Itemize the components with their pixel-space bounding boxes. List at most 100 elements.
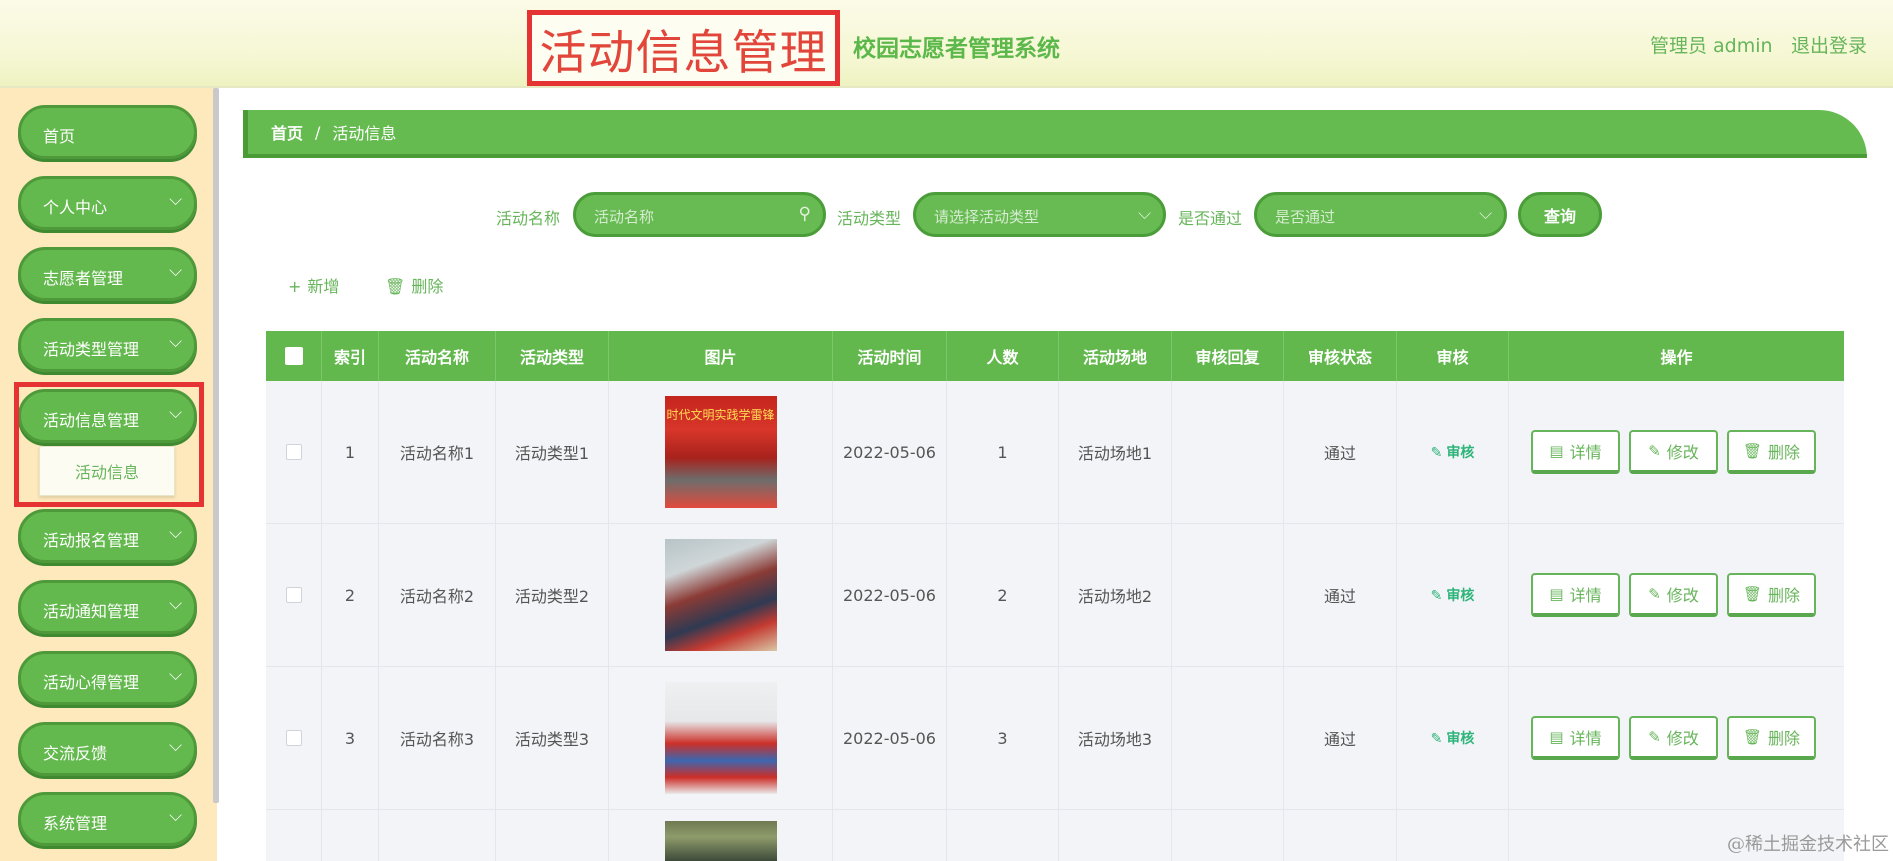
cell-activity-time: 2022-05-06 <box>833 524 947 666</box>
admin-label: 管理员 admin <box>1650 35 1773 57</box>
chevron-down-icon: ⌵ <box>169 736 182 756</box>
activity-type-placeholder: 请选择活动类型 <box>934 208 1040 226</box>
trash-icon: 🗑 <box>1742 728 1763 746</box>
table-row: 1 活动名称1 活动类型1 时代文明实践学雷锋 2022-05-06 1 活动场… <box>266 381 1844 524</box>
sidebar-item-system-management[interactable]: 系统管理 ⌵ <box>18 792 197 846</box>
cell-activity-time <box>833 810 947 861</box>
sidebar-item-activity-type-management[interactable]: 活动类型管理 ⌵ <box>18 318 197 372</box>
cell-venue: 活动场地1 <box>1059 381 1172 523</box>
detail-label: 详情 <box>1569 443 1602 462</box>
chevron-down-icon: ⌵ <box>169 665 182 685</box>
document-icon: ▤ <box>1549 585 1564 603</box>
detail-button[interactable]: ▤ 详情 <box>1531 430 1620 474</box>
edit-label: 修改 <box>1666 443 1699 462</box>
trash-icon: 🗑 <box>1742 442 1763 460</box>
chevron-down-icon: ⌵ <box>169 594 182 614</box>
plus-icon: + <box>288 277 302 296</box>
edit-button[interactable]: ✎ 修改 <box>1629 716 1718 760</box>
search-icon: ⚲ <box>798 204 811 224</box>
cell-audit-status: 通过 <box>1284 381 1397 523</box>
logout-link[interactable]: 退出登录 <box>1791 31 1867 58</box>
col-audit: 审核 <box>1397 331 1509 381</box>
table-row: 3 活动名称3 活动类型3 2022-05-06 3 活动场地3 通过 ✎ 审核 … <box>266 667 1844 810</box>
col-activity-type: 活动类型 <box>496 331 609 381</box>
pencil-icon: ✎ <box>1430 445 1443 461</box>
cell-image <box>609 810 833 861</box>
cell-activity-type: 活动类型3 <box>496 667 609 809</box>
row-checkbox[interactable] <box>285 730 302 746</box>
select-all-cell <box>266 331 322 381</box>
cell-audit: ✎ 审核 <box>1397 524 1509 666</box>
select-all-checkbox[interactable] <box>284 347 303 365</box>
sidebar-item-label: 活动报名管理 <box>43 531 140 550</box>
row-checkbox[interactable] <box>285 587 302 603</box>
passed-select[interactable]: 是否通过 ⌵ <box>1254 192 1507 237</box>
cell-activity-type <box>496 810 609 861</box>
delete-button[interactable]: 🗑 删除 <box>1727 573 1816 617</box>
cell-index: 2 <box>322 524 379 666</box>
row-checkbox[interactable] <box>285 444 302 460</box>
activity-name-input[interactable]: 活动名称 ⚲ <box>573 192 826 237</box>
edit-button[interactable]: ✎ 修改 <box>1629 573 1718 617</box>
pencil-icon: ✎ <box>1648 728 1661 746</box>
edit-button[interactable]: ✎ 修改 <box>1629 430 1718 474</box>
audit-link[interactable]: ✎ 审核 <box>1431 442 1475 462</box>
cell-audit <box>1397 810 1509 861</box>
col-activity-time: 活动时间 <box>833 331 947 381</box>
activity-photo[interactable] <box>664 682 777 794</box>
detail-button[interactable]: ▤ 详情 <box>1531 716 1620 760</box>
sidebar-item-feedback[interactable]: 交流反馈 ⌵ <box>18 722 197 776</box>
sidebar-item-home[interactable]: 首页 <box>18 105 197 159</box>
trash-icon: 🗑 <box>1742 585 1763 603</box>
system-name: 校园志愿者管理系统 <box>853 36 1060 62</box>
batch-delete-label: 删除 <box>411 277 444 296</box>
cell-audit-reply <box>1172 524 1284 666</box>
sidebar-item-volunteer-management[interactable]: 志愿者管理 ⌵ <box>18 247 197 301</box>
activity-type-label: 活动类型 <box>837 209 902 228</box>
add-button[interactable]: + 新增 <box>288 273 339 297</box>
cell-index: 1 <box>322 381 379 523</box>
cell-actions: ▤ 详情 ✎ 修改 🗑 删除 <box>1509 524 1844 666</box>
activity-photo[interactable] <box>664 539 777 651</box>
cell-activity-time: 2022-05-06 <box>833 381 947 523</box>
col-count: 人数 <box>947 331 1059 381</box>
sidebar-item-activity-signup-management[interactable]: 活动报名管理 ⌵ <box>18 509 197 563</box>
activity-name-label: 活动名称 <box>496 209 561 228</box>
table-header: 索引 活动名称 活动类型 图片 活动时间 人数 活动场地 审核回复 审核状态 审… <box>266 331 1844 381</box>
audit-label: 审核 <box>1446 731 1475 747</box>
sidebar-item-activity-notice-management[interactable]: 活动通知管理 ⌵ <box>18 580 197 634</box>
delete-label: 删除 <box>1768 586 1801 605</box>
breadcrumb-separator: / <box>315 122 321 142</box>
audit-link[interactable]: ✎ 审核 <box>1431 585 1475 605</box>
breadcrumb-home[interactable]: 首页 <box>271 120 303 144</box>
activity-photo[interactable]: 时代文明实践学雷锋 <box>664 396 777 508</box>
sidebar-item-personal-center[interactable]: 个人中心 ⌵ <box>18 176 197 230</box>
col-image: 图片 <box>609 331 833 381</box>
col-audit-status: 审核状态 <box>1284 331 1397 381</box>
cell-count: 2 <box>947 524 1059 666</box>
audit-label: 审核 <box>1446 588 1475 604</box>
watermark: @稀土掘金技术社区 <box>1727 834 1889 855</box>
cell-actions: ▤ 详情 ✎ 修改 🗑 删除 <box>1509 667 1844 809</box>
col-activity-name: 活动名称 <box>379 331 496 381</box>
detail-button[interactable]: ▤ 详情 <box>1531 573 1620 617</box>
chevron-down-icon: ⌵ <box>169 190 182 210</box>
activity-photo[interactable] <box>664 821 777 861</box>
passed-label: 是否通过 <box>1178 209 1243 228</box>
delete-button[interactable]: 🗑 删除 <box>1727 716 1816 760</box>
sidebar-item-activity-experience-management[interactable]: 活动心得管理 ⌵ <box>18 651 197 705</box>
sidebar-scrollbar[interactable] <box>213 88 219 803</box>
batch-delete-button[interactable]: 🗑 删除 <box>385 273 443 297</box>
row-select-cell <box>266 667 322 809</box>
delete-label: 删除 <box>1768 443 1801 462</box>
cell-index: 3 <box>322 667 379 809</box>
chevron-down-icon: ⌵ <box>1479 204 1492 224</box>
cell-activity-name: 活动名称3 <box>379 667 496 809</box>
pencil-icon: ✎ <box>1430 588 1443 604</box>
activity-type-select[interactable]: 请选择活动类型 ⌵ <box>913 192 1166 237</box>
cell-activity-name: 活动名称2 <box>379 524 496 666</box>
delete-button[interactable]: 🗑 删除 <box>1727 430 1816 474</box>
audit-link[interactable]: ✎ 审核 <box>1431 728 1475 748</box>
query-button[interactable]: 查询 <box>1518 192 1602 237</box>
cell-audit-status <box>1284 810 1397 861</box>
